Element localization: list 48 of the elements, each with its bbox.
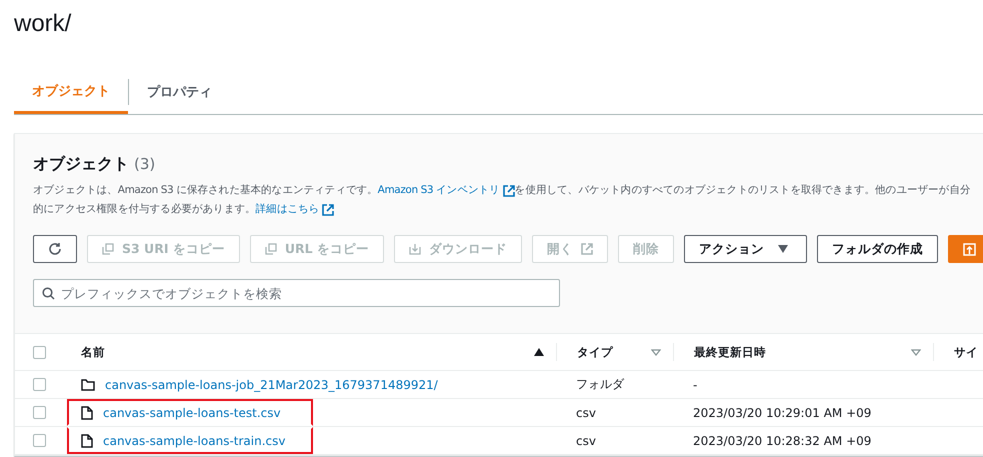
file-icon	[81, 434, 93, 448]
tab[interactable]: プロパティ	[128, 79, 230, 105]
actions-dropdown[interactable]: アクション	[684, 235, 807, 263]
copy-icon	[264, 243, 277, 255]
object-count: (3)	[134, 155, 156, 173]
refresh-button[interactable]	[33, 235, 77, 263]
modified-cell-text: 2023/03/20 10:28:32 AM +09	[692, 432, 872, 450]
description-text: 的にアクセス権限を付与する必要があります。	[33, 202, 256, 217]
refresh-icon	[48, 242, 62, 256]
column-header[interactable]: 名前	[61, 343, 556, 361]
download-icon	[408, 243, 421, 255]
search-field[interactable]: プレフィックスでオブジェクトを検索	[33, 279, 560, 307]
help-link[interactable]: 詳細はこちら	[256, 200, 320, 219]
toolbar-button[interactable]: フォルダの作成	[816, 235, 938, 263]
external-link-icon	[322, 204, 334, 216]
description-text: オブジェクトは、Amazon S3 に保存された基本的なエンティティです。	[33, 183, 378, 198]
row-checkbox[interactable]	[33, 406, 46, 419]
page-title: work/	[13, 9, 72, 39]
column-header[interactable]: 最終更新日時	[673, 343, 933, 361]
row-checkbox[interactable]	[33, 378, 46, 391]
column-header[interactable]: タイプ	[556, 343, 673, 361]
folder-icon	[81, 378, 95, 390]
type-cell-text: csv	[575, 404, 597, 422]
help-link[interactable]: Amazon S3 インベントリ	[378, 181, 500, 200]
tab[interactable]: オブジェクト	[14, 70, 128, 114]
type-cell-text: csv	[575, 432, 597, 450]
column-header[interactable]: サイ	[933, 343, 983, 361]
external-link-icon	[580, 243, 593, 255]
sort-icon[interactable]	[911, 348, 921, 356]
upload-icon	[962, 242, 976, 256]
modified-cell-text: -	[692, 376, 698, 394]
copy-icon	[102, 243, 114, 255]
panel-title: オブジェクト	[33, 154, 129, 175]
select-all-checkbox[interactable]	[33, 346, 46, 358]
type-cell-text: フォルダ	[575, 376, 626, 393]
search-icon	[42, 287, 55, 300]
sort-ascending-icon[interactable]	[534, 348, 544, 356]
caret-icon	[778, 245, 788, 253]
file-icon	[81, 406, 93, 420]
external-link-icon	[502, 184, 515, 196]
object-name-link[interactable]: canvas-sample-loans-train.csv	[103, 434, 286, 448]
modified-cell-text: 2023/03/20 10:29:01 AM +09	[692, 404, 872, 422]
upload-button[interactable]	[948, 235, 983, 263]
sort-icon[interactable]	[651, 348, 661, 356]
row-checkbox[interactable]	[33, 434, 46, 447]
object-name-link[interactable]: canvas-sample-loans-job_21Mar2023_1679371489921/	[105, 378, 438, 392]
object-name-link[interactable]: canvas-sample-loans-test.csv	[103, 406, 281, 420]
description-text: を使用して、バケット内のすべてのオブジェクトのリストを取得できます。他のユーザーが自分	[514, 183, 971, 198]
